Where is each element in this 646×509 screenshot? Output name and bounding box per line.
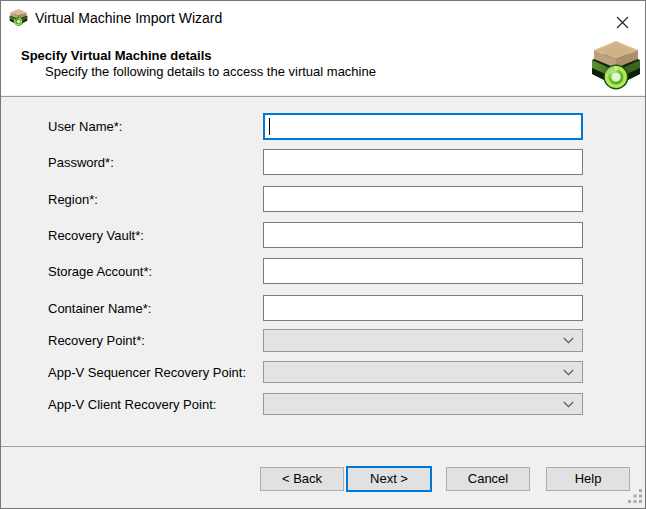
window-title: Virtual Machine Import Wizard xyxy=(35,10,222,26)
resize-grip[interactable] xyxy=(628,489,643,504)
input-storage-account[interactable] xyxy=(263,258,583,284)
back-button[interactable]: < Back xyxy=(260,467,344,491)
input-user-name[interactable] xyxy=(263,113,583,140)
close-icon xyxy=(616,16,629,29)
field-label-app-v-client-recovery-point: App-V Client Recovery Point: xyxy=(48,393,216,415)
input-container-name[interactable] xyxy=(263,295,583,321)
next-button[interactable]: Next > xyxy=(346,466,432,492)
cancel-button[interactable]: Cancel xyxy=(446,467,530,491)
input-recovery-vault[interactable] xyxy=(263,222,583,248)
input-password[interactable] xyxy=(263,149,583,175)
field-label-region: Region*: xyxy=(48,186,98,212)
wizard-window: Virtual Machine Import Wizard Specify Vi… xyxy=(0,0,646,509)
chevron-down-icon xyxy=(563,337,574,344)
field-label-user-name: User Name*: xyxy=(48,113,122,140)
dropdown-app-v-client-recovery-point[interactable] xyxy=(263,393,583,415)
close-button[interactable] xyxy=(610,10,634,34)
field-label-password: Password*: xyxy=(48,149,114,175)
chevron-down-icon xyxy=(563,369,574,376)
field-label-container-name: Container Name*: xyxy=(48,295,151,321)
field-label-recovery-vault: Recovery Vault*: xyxy=(48,222,144,248)
field-label-recovery-point: Recovery Point*: xyxy=(48,329,145,352)
header-title: Specify Virtual Machine details xyxy=(21,48,212,63)
text-caret xyxy=(269,118,270,135)
app-icon xyxy=(9,9,28,26)
header-subtitle: Specify the following details to access … xyxy=(45,64,376,79)
import-box-icon xyxy=(590,41,642,90)
footer-divider xyxy=(1,446,645,447)
help-button[interactable]: Help xyxy=(546,467,630,491)
field-label-app-v-sequencer-recovery-point: App-V Sequencer Recovery Point: xyxy=(48,361,246,383)
dropdown-app-v-sequencer-recovery-point[interactable] xyxy=(263,361,583,383)
dropdown-recovery-point[interactable] xyxy=(263,329,583,352)
input-region[interactable] xyxy=(263,186,583,212)
form-area: User Name*: Password*: Region*: Recovery Va… xyxy=(1,97,645,446)
title-bar: Virtual Machine Import Wizard Specify Vi… xyxy=(1,1,645,95)
field-label-storage-account: Storage Account*: xyxy=(48,258,152,284)
chevron-down-icon xyxy=(563,401,574,408)
